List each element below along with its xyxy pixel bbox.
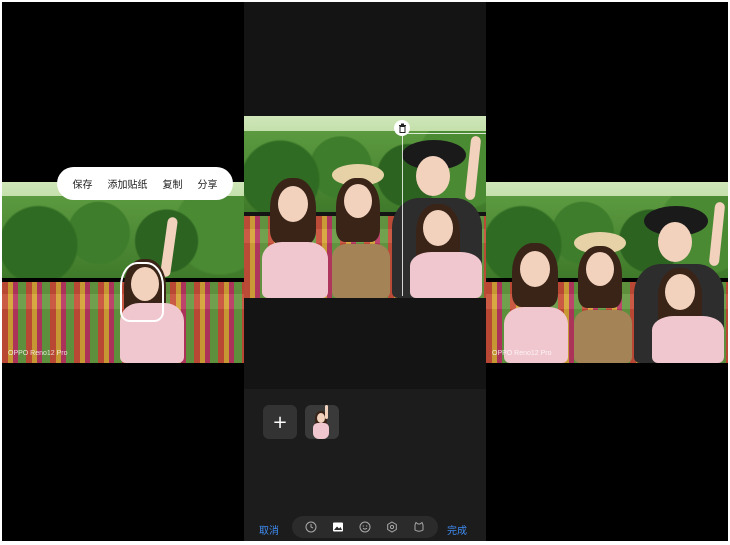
clock-icon[interactable]	[304, 520, 318, 534]
emoji-icon[interactable]	[358, 520, 372, 534]
image-icon[interactable]	[331, 520, 345, 534]
save-button[interactable]: 保存	[73, 176, 93, 191]
sticker-icon[interactable]	[412, 520, 426, 534]
add-sticker-button[interactable]: +	[263, 405, 297, 439]
sticker-outline	[120, 262, 164, 322]
selection-guide	[402, 133, 486, 134]
trash-icon[interactable]	[394, 120, 410, 136]
person-middle	[566, 230, 638, 363]
source-photo: OPPO Reno12 Pro	[2, 182, 244, 363]
left-phone-screen: OPPO Reno12 Pro 保存 添加贴纸 复制 分享	[2, 2, 244, 541]
sticker-context-menu: 保存 添加贴纸 复制 分享	[57, 167, 233, 200]
selection-guide	[402, 136, 403, 296]
added-sticker	[652, 201, 728, 363]
copy-button[interactable]: 复制	[163, 176, 183, 191]
sticker-thumbnail[interactable]	[305, 405, 339, 439]
share-button[interactable]: 分享	[198, 176, 218, 191]
watermark: OPPO Reno12 Pro	[492, 350, 552, 357]
middle-phone-screen: + 取消 完成	[244, 2, 486, 541]
right-phone-screen: OPPO Reno12 Pro	[486, 2, 728, 541]
edit-photo	[244, 116, 486, 298]
person-left	[498, 237, 574, 363]
done-button[interactable]: 完成	[447, 522, 467, 537]
cancel-button[interactable]: 取消	[259, 522, 279, 537]
add-sticker-button[interactable]: 添加贴纸	[108, 176, 148, 191]
person-middle	[324, 164, 396, 298]
bottom-toolbar: 取消 完成	[244, 512, 486, 541]
person-left	[256, 166, 334, 298]
watermark: OPPO Reno12 Pro	[8, 350, 68, 357]
result-photo: OPPO Reno12 Pro	[486, 182, 728, 363]
tool-selector	[292, 516, 438, 538]
placed-sticker[interactable]	[410, 135, 486, 298]
settings-icon[interactable]	[385, 520, 399, 534]
